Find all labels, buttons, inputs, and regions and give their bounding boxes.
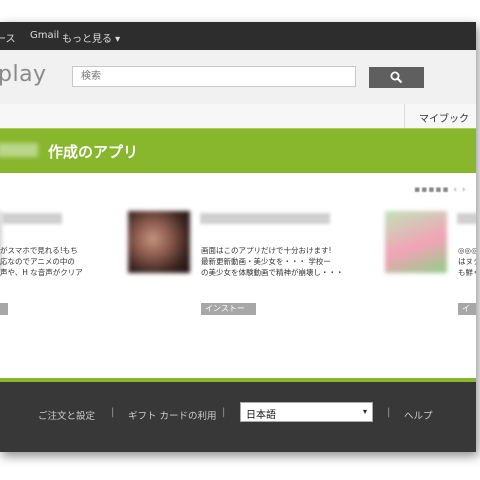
app-card[interactable]: ◎◎◎◎の はヌクの も鮮くこ イ <box>385 211 476 315</box>
gift-card-link[interactable]: ギフト カードの利用 <box>128 408 217 422</box>
pager-text-blurred: ▪▪▪▪▪ ‹ › <box>414 185 467 195</box>
banner-title: 作成のアプリ <box>48 143 139 161</box>
orders-settings-link[interactable]: ご注文と設定 <box>38 408 95 422</box>
language-value: 日本語 <box>246 410 276 421</box>
blurred-developer-name <box>0 143 38 157</box>
footer-separator: | <box>387 407 391 418</box>
sub-nav: マイブック <box>0 104 476 129</box>
app-title-blurred <box>457 213 476 224</box>
language-select[interactable]: 日本語 ▾ <box>240 402 373 422</box>
app-thumbnail[interactable] <box>385 211 447 273</box>
app-card[interactable]: がスマホで見れる!もち 応なのでアニメの中の 声や、H な音声がクリア <box>0 211 120 315</box>
developer-banner: 作成のアプリ <box>0 128 476 174</box>
footer-separator: | <box>111 407 115 418</box>
search-input[interactable] <box>72 66 356 87</box>
app-title-blurred <box>2 213 62 224</box>
search-icon <box>390 71 403 84</box>
footer: ご注文と設定 | ギフト カードの利用 | 日本語 ▾ | ヘルプ <box>0 378 476 452</box>
search-button[interactable] <box>369 67 424 88</box>
install-button[interactable]: インストール <box>201 303 256 325</box>
my-books-link[interactable]: マイブック <box>419 110 469 125</box>
install-button[interactable]: イ <box>458 303 476 315</box>
google-bar-link-gmail[interactable]: Gmail <box>30 30 59 41</box>
app-description: 画面はこのアプリだけで十分おけます! 最新更新動画・美少女を・・・ 学校ー の美… <box>201 246 344 277</box>
chevron-down-icon: ▾ <box>362 407 367 416</box>
app-card[interactable]: 画面はこのアプリだけで十分おけます! 最新更新動画・美少女を・・・ 学校ー の美… <box>128 211 348 325</box>
app-thumbnail[interactable] <box>128 211 190 273</box>
app-title-blurred <box>200 213 330 224</box>
play-logo[interactable]: play <box>0 62 47 87</box>
app-list: ▪▪▪▪▪ ‹ › がスマホで見れる!もち 応なのでアニメの中の 声や、H な音… <box>0 173 476 378</box>
install-button[interactable] <box>0 303 8 315</box>
play-header: play <box>0 50 476 105</box>
footer-separator: | <box>222 407 226 418</box>
google-bar-link-more[interactable]: もっと見る ▾ <box>62 30 120 45</box>
help-link[interactable]: ヘルプ <box>404 408 433 422</box>
google-bar: ース Gmail もっと見る ▾ <box>0 22 476 50</box>
app-description: ◎◎◎◎の はヌクの も鮮くこ <box>458 246 476 277</box>
app-description: がスマホで見れる!もち 応なのでアニメの中の 声や、H な音声がクリア <box>0 246 83 277</box>
screenshot-frame: ース Gmail もっと見る ▾ play マイブック 作成のアプリ ▪▪▪▪▪… <box>0 22 476 452</box>
nav-divider <box>404 104 405 128</box>
google-bar-link-news[interactable]: ース <box>0 30 16 45</box>
